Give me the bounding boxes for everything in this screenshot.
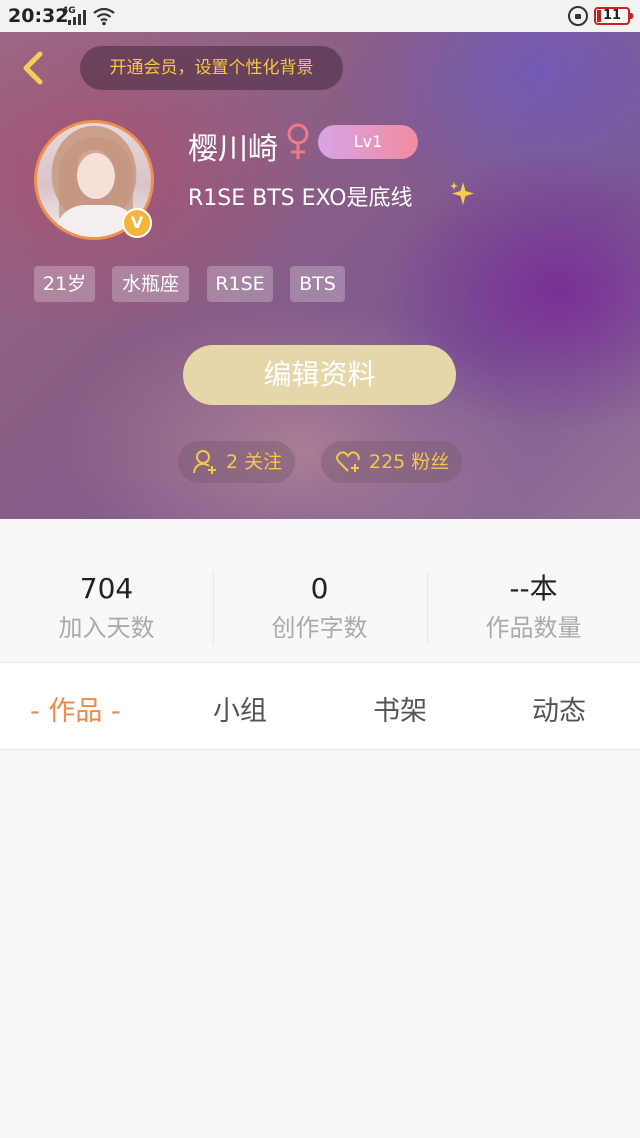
stat-word-count: 0 创作字数 xyxy=(213,571,426,647)
profile-tabs: - 作品 - 小组 书架 动态 xyxy=(0,662,640,750)
following-count: 2 关注 xyxy=(226,451,283,473)
edit-profile-button[interactable]: 编辑资料 xyxy=(183,345,456,405)
stat-value: 0 xyxy=(310,572,329,605)
tab-content-area xyxy=(0,750,640,1138)
v-badge-icon: V xyxy=(122,208,152,238)
stats-panel: 704 加入天数 0 创作字数 --本 作品数量 xyxy=(0,519,640,662)
signal-icon xyxy=(68,9,86,25)
chevron-left-icon[interactable] xyxy=(14,48,54,88)
vip-promo-button[interactable]: 开通会员，设置个性化背景 xyxy=(80,46,343,90)
tab-groups[interactable]: 小组 xyxy=(213,689,267,728)
tag-zodiac: 水瓶座 xyxy=(112,266,189,302)
sparkle-icon xyxy=(450,182,474,205)
stat-days-joined: 704 加入天数 xyxy=(0,571,213,647)
stat-label: 加入天数 xyxy=(58,614,155,642)
tab-activity[interactable]: 动态 xyxy=(532,689,586,728)
battery-level: 11 xyxy=(602,8,622,23)
username: 樱川崎 xyxy=(188,132,278,167)
level-badge: Lv1 xyxy=(318,125,418,159)
tab-works[interactable]: - 作品 - xyxy=(30,689,121,728)
stat-label: 作品数量 xyxy=(485,614,582,642)
female-symbol-icon xyxy=(287,123,309,159)
bio-text: R1SE BTS EXO是底线 xyxy=(188,186,413,211)
stat-works-count: --本 作品数量 xyxy=(427,571,640,647)
tag-r1se: R1SE xyxy=(207,266,273,302)
status-bar: 20:32 4G 11 xyxy=(0,0,640,32)
rotation-lock-icon xyxy=(568,6,588,26)
profile-header: 开通会员，设置个性化背景 V 樱川崎 Lv1 R1SE BTS EXO是底线 2… xyxy=(0,32,640,519)
followers-button[interactable]: 225 粉丝 xyxy=(321,441,462,483)
followers-count: 225 粉丝 xyxy=(369,451,450,473)
heart-add-icon xyxy=(336,451,360,472)
tab-bookshelf[interactable]: 书架 xyxy=(373,689,427,728)
stat-value: --本 xyxy=(509,572,558,605)
stat-value: 704 xyxy=(79,572,134,605)
tag-bts: BTS xyxy=(290,266,345,302)
status-time: 20:32 xyxy=(8,5,69,27)
stat-label: 创作字数 xyxy=(271,614,368,642)
wifi-icon xyxy=(93,7,115,26)
following-button[interactable]: 2 关注 xyxy=(178,441,295,483)
battery-icon: 11 xyxy=(594,7,633,25)
person-add-icon xyxy=(193,450,216,474)
tag-age: 21岁 xyxy=(34,266,95,302)
